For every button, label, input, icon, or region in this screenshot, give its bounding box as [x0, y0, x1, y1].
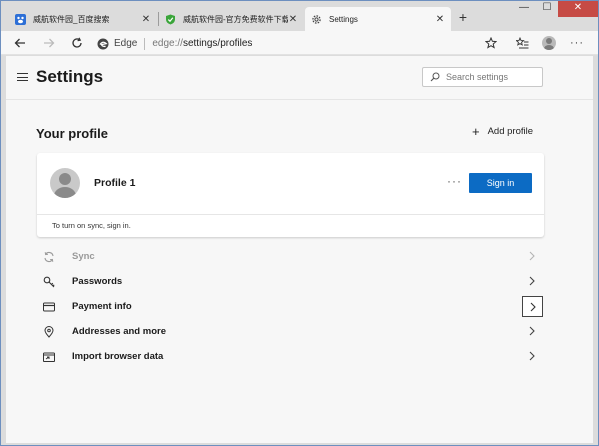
row-passwords[interactable]: Passwords	[37, 269, 544, 294]
close-tab-icon[interactable]: ✕	[141, 14, 151, 25]
close-window-button[interactable]: ✕	[558, 1, 598, 17]
tab-baidu[interactable]: 威航软件园_百度搜索 ✕	[9, 7, 157, 31]
section-title: Your profile	[36, 126, 108, 141]
add-profile-button[interactable]: + Add profile	[472, 123, 534, 139]
address-bar[interactable]: Edge edge:// settings/profiles	[97, 34, 504, 53]
location-pin-icon	[43, 325, 55, 338]
avatar	[50, 168, 80, 198]
address-brand: Edge	[114, 38, 138, 49]
tab-weihang[interactable]: 威航软件园-官方免费软件下载_ ✕	[159, 7, 304, 31]
star-icon	[485, 37, 497, 49]
settings-header: Settings Search settings	[6, 56, 593, 100]
address-divider	[144, 37, 146, 50]
refresh-button[interactable]	[67, 34, 87, 52]
page-title: Settings	[36, 67, 104, 86]
edge-logo-icon	[97, 38, 109, 49]
plus-icon: +	[472, 123, 480, 139]
favorites-list-icon	[515, 37, 528, 49]
favorite-star-button[interactable]	[481, 34, 501, 52]
hamburger-menu-icon[interactable]	[17, 73, 28, 81]
row-label: Sync	[72, 251, 95, 262]
key-icon	[43, 276, 55, 288]
row-label: Addresses and more	[72, 326, 166, 337]
credit-card-icon	[43, 301, 55, 313]
maximize-button[interactable]: ☐	[536, 1, 558, 17]
tab-title: 威航软件园_百度搜索	[33, 14, 110, 24]
card-divider	[37, 214, 544, 215]
sign-in-button[interactable]: Sign in	[469, 173, 532, 193]
settings-page: Settings Search settings Your profile + …	[6, 56, 593, 443]
profile-avatar-button[interactable]	[542, 36, 556, 50]
search-input[interactable]: Search settings	[422, 67, 543, 87]
url-path: settings/profiles	[182, 38, 253, 49]
profile-name: Profile 1	[94, 177, 136, 189]
chevron-right-icon	[528, 351, 536, 364]
arrow-left-icon	[14, 38, 25, 48]
row-payment-info[interactable]: Payment info	[37, 294, 544, 319]
row-sync[interactable]: Sync	[37, 244, 544, 269]
back-button[interactable]	[10, 34, 30, 52]
minimize-button[interactable]: —	[513, 1, 535, 17]
row-label: Passwords	[72, 276, 123, 287]
toolbar: Edge edge:// settings/profiles ···	[1, 31, 598, 55]
ellipsis-icon: ···	[570, 37, 584, 49]
baidu-paw-icon	[15, 13, 26, 25]
tab-title: Settings	[329, 14, 358, 24]
sync-icon	[43, 251, 55, 263]
tab-strip: 威航软件园_百度搜索 ✕ 威航软件园-官方免费软件下载_ ✕ Settings …	[1, 1, 598, 31]
search-icon	[430, 72, 440, 82]
profile-card: Profile 1 ··· Sign in To turn on sync, s…	[37, 153, 544, 237]
profile-more-button[interactable]: ···	[447, 174, 462, 188]
tab-title: 威航软件园-官方免费软件下载_	[183, 14, 288, 24]
arrow-right-icon	[44, 38, 55, 48]
browser-window: 威航软件园_百度搜索 ✕ 威航软件园-官方免费软件下载_ ✕ Settings …	[0, 0, 599, 446]
chevron-right-icon	[522, 296, 543, 317]
row-import-browser-data[interactable]: Import browser data	[37, 344, 544, 369]
sync-note: To turn on sync, sign in.	[52, 221, 131, 230]
chevron-right-icon	[528, 326, 536, 339]
gear-icon	[311, 14, 322, 25]
profile-settings-list: Sync Passwords Payment info Addresses an…	[37, 244, 544, 369]
refresh-icon	[72, 37, 82, 48]
new-tab-button[interactable]: +	[455, 10, 471, 26]
close-tab-icon[interactable]: ✕	[435, 14, 445, 25]
search-placeholder: Search settings	[446, 72, 509, 82]
favorites-button[interactable]	[512, 34, 532, 52]
row-label: Payment info	[72, 301, 132, 312]
row-label: Import browser data	[72, 351, 164, 362]
close-tab-icon[interactable]: ✕	[288, 14, 298, 25]
chevron-right-icon	[528, 251, 536, 264]
import-icon	[43, 351, 55, 363]
shield-icon	[165, 14, 176, 25]
forward-button[interactable]	[39, 34, 59, 52]
tab-settings[interactable]: Settings ✕	[305, 7, 451, 31]
more-menu-button[interactable]: ···	[567, 34, 587, 52]
row-addresses[interactable]: Addresses and more	[37, 319, 544, 344]
chevron-right-icon	[528, 276, 536, 289]
add-profile-label: Add profile	[487, 126, 534, 137]
url-protocol: edge://	[152, 38, 183, 49]
